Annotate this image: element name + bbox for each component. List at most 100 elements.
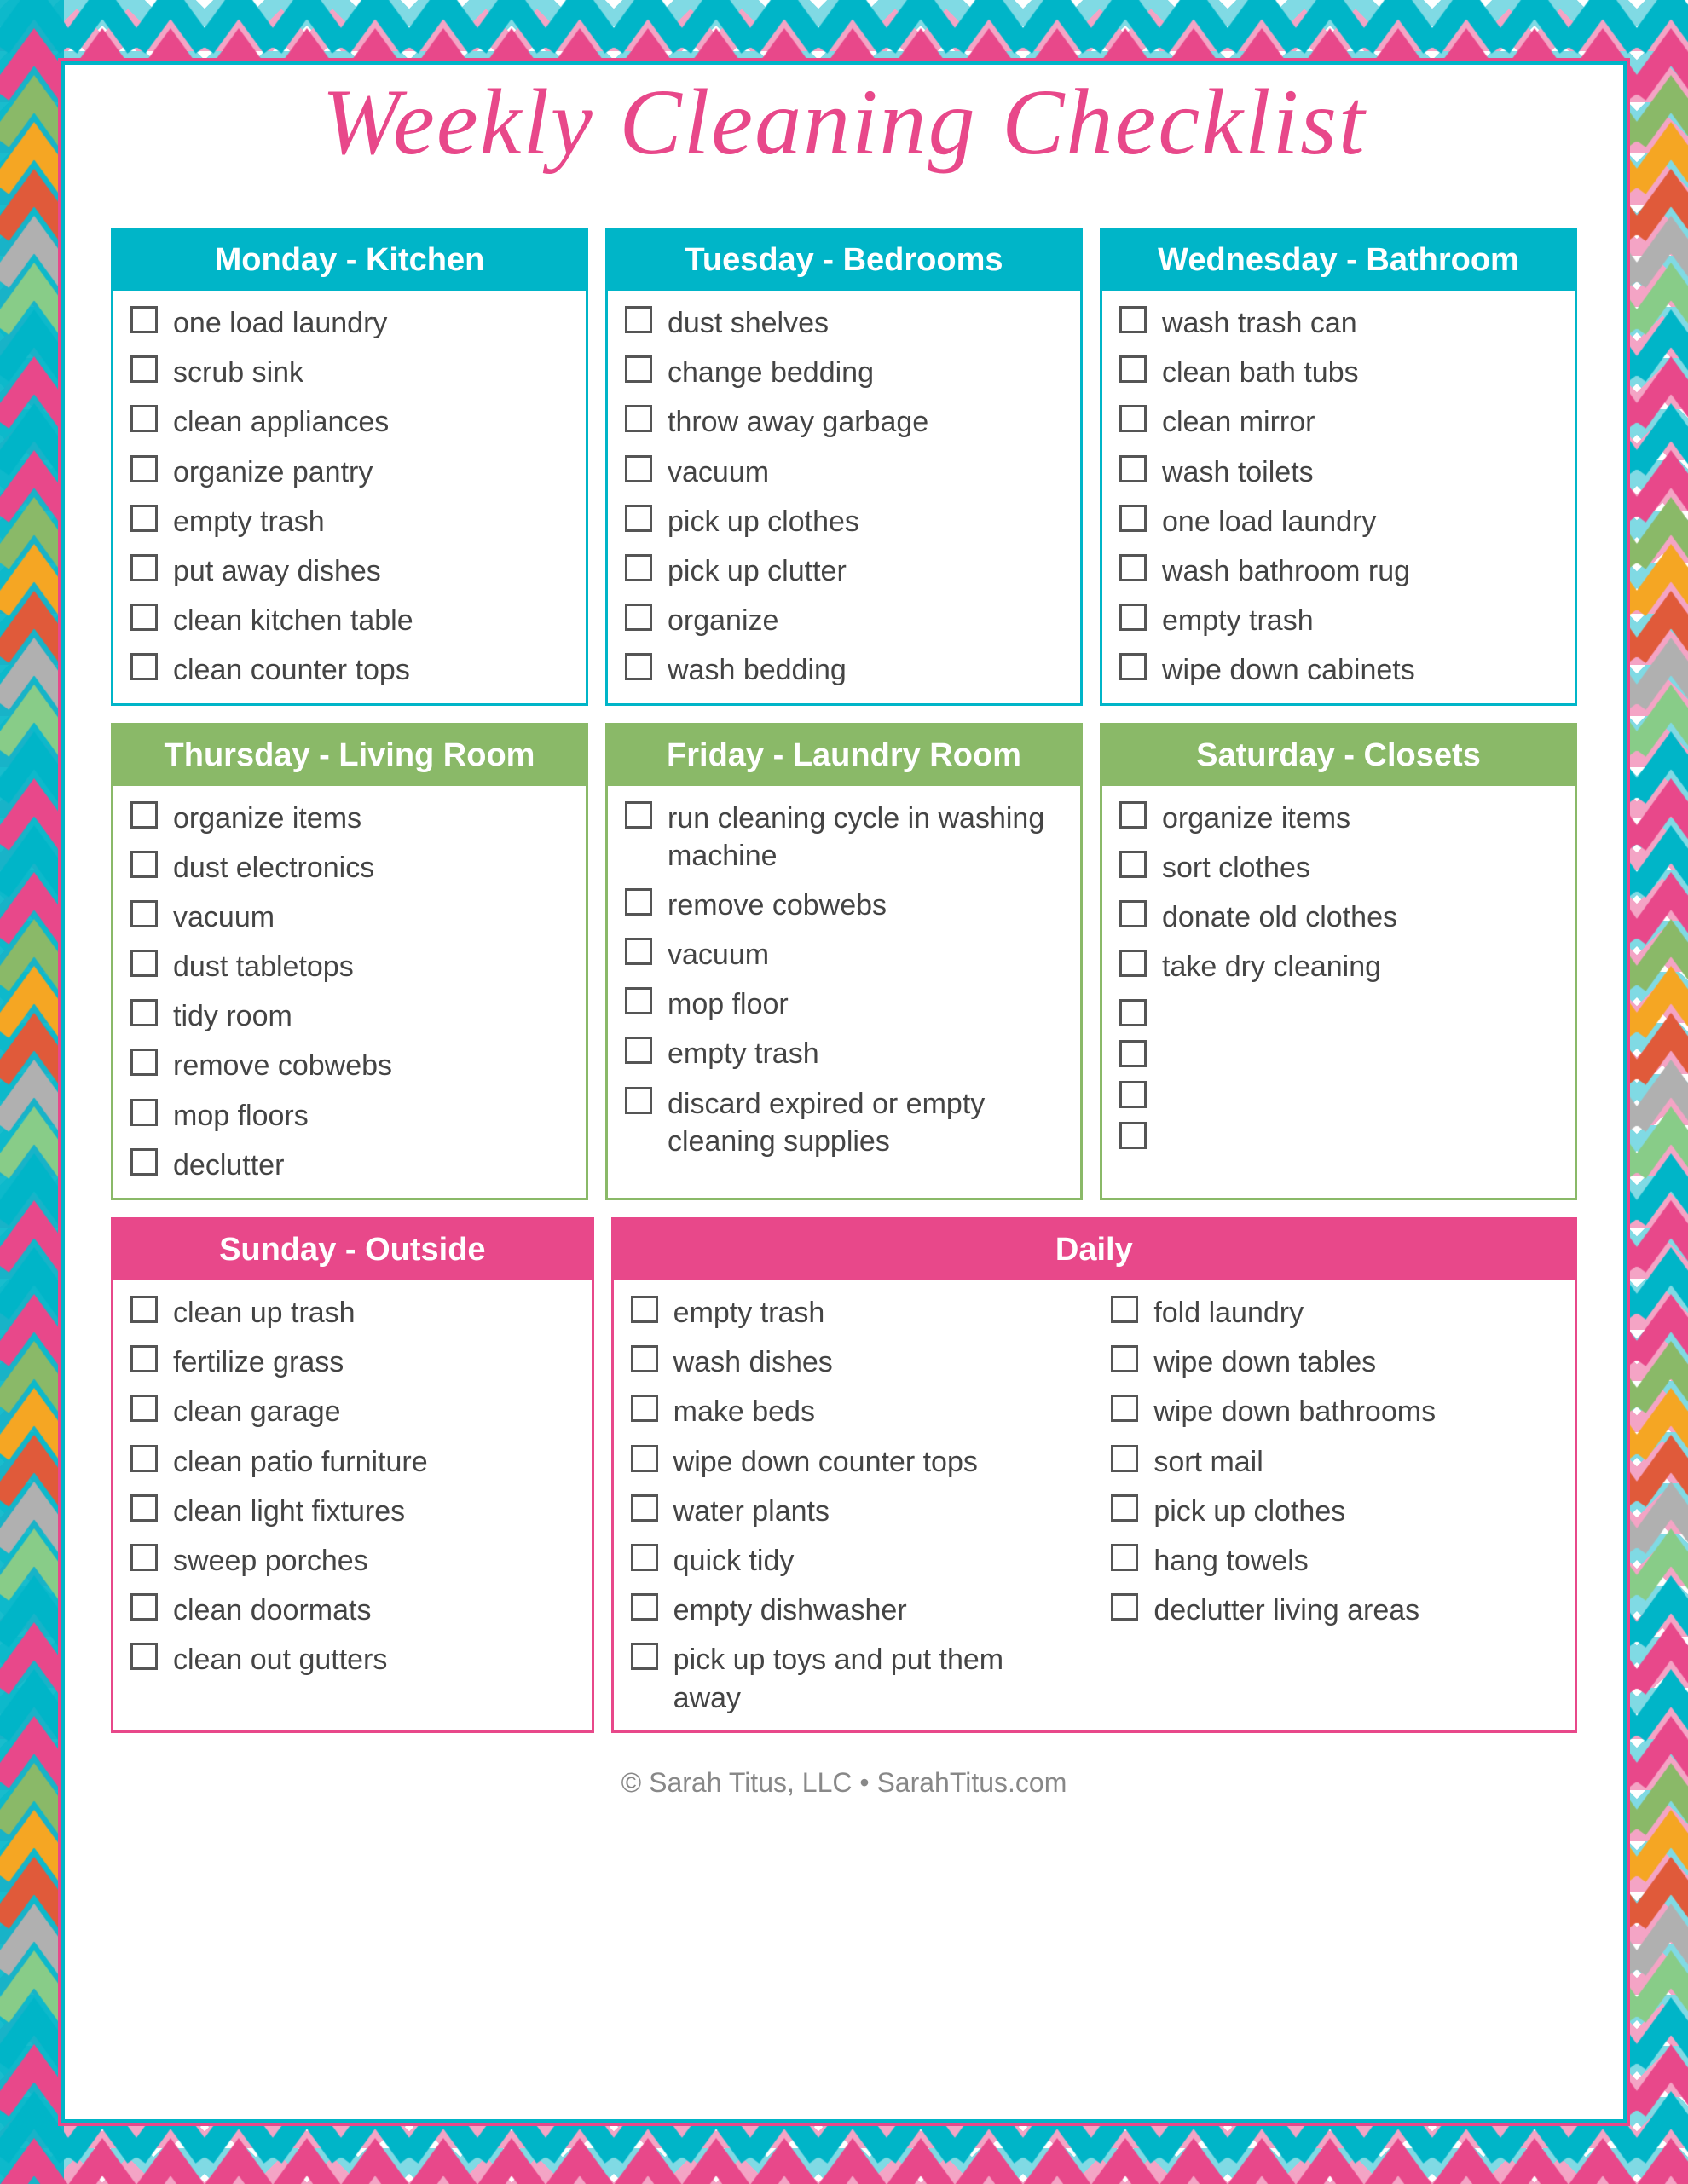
checkbox[interactable]: [130, 950, 158, 977]
list-item[interactable]: empty trash: [631, 1294, 1078, 1332]
list-item[interactable]: wipe down tables: [1111, 1343, 1558, 1381]
list-item[interactable]: clean doormats: [130, 1592, 575, 1629]
list-item[interactable]: quick tidy: [631, 1542, 1078, 1580]
list-item[interactable]: one load laundry: [130, 304, 569, 342]
list-item[interactable]: wipe down cabinets: [1119, 651, 1558, 689]
checkbox[interactable]: [1111, 1593, 1138, 1621]
checkbox[interactable]: [631, 1395, 658, 1422]
list-item[interactable]: fold laundry: [1111, 1294, 1558, 1332]
list-item[interactable]: organize items: [1119, 800, 1558, 837]
list-item[interactable]: pick up toys and put them away: [631, 1641, 1078, 1716]
list-item[interactable]: mop floors: [130, 1097, 569, 1135]
list-item[interactable]: organize pantry: [130, 454, 569, 491]
checkbox[interactable]: [1119, 851, 1147, 878]
checkbox[interactable]: [130, 505, 158, 532]
list-item[interactable]: clean patio furniture: [130, 1443, 575, 1481]
checkbox[interactable]: [130, 1345, 158, 1372]
checkbox[interactable]: [625, 653, 652, 680]
list-item[interactable]: discard expired or empty cleaning suppli…: [625, 1085, 1063, 1160]
list-item[interactable]: one load laundry: [1119, 503, 1558, 540]
checkbox[interactable]: [1119, 604, 1147, 631]
list-item[interactable]: run cleaning cycle in washing machine: [625, 800, 1063, 875]
list-item[interactable]: put away dishes: [130, 552, 569, 590]
list-item[interactable]: dust electronics: [130, 849, 569, 887]
checkbox[interactable]: [625, 604, 652, 631]
list-item[interactable]: clean bath tubs: [1119, 354, 1558, 391]
checkbox[interactable]: [625, 455, 652, 482]
list-item[interactable]: clean out gutters: [130, 1641, 575, 1678]
checkbox[interactable]: [1119, 999, 1147, 1026]
checkbox[interactable]: [625, 1037, 652, 1064]
checkbox[interactable]: [1119, 801, 1147, 829]
checkbox[interactable]: [1111, 1445, 1138, 1472]
checkbox[interactable]: [130, 653, 158, 680]
list-item[interactable]: vacuum: [130, 898, 569, 936]
list-item[interactable]: remove cobwebs: [130, 1047, 569, 1084]
list-item[interactable]: clean appliances: [130, 403, 569, 441]
list-item[interactable]: wash trash can: [1119, 304, 1558, 342]
list-item[interactable]: donate old clothes: [1119, 898, 1558, 936]
list-item[interactable]: mop floor: [625, 985, 1063, 1023]
list-item[interactable]: [1119, 1120, 1558, 1149]
list-item[interactable]: remove cobwebs: [625, 887, 1063, 924]
list-item[interactable]: pick up clothes: [1111, 1493, 1558, 1530]
list-item[interactable]: declutter: [130, 1147, 569, 1184]
checkbox[interactable]: [130, 851, 158, 878]
checkbox[interactable]: [1119, 1081, 1147, 1108]
checkbox[interactable]: [130, 355, 158, 383]
list-item[interactable]: empty dishwasher: [631, 1592, 1078, 1629]
checkbox[interactable]: [1119, 950, 1147, 977]
checkbox[interactable]: [1119, 505, 1147, 532]
list-item[interactable]: take dry cleaning: [1119, 948, 1558, 985]
checkbox[interactable]: [130, 1395, 158, 1422]
checkbox[interactable]: [130, 900, 158, 927]
checkbox[interactable]: [130, 1544, 158, 1571]
list-item[interactable]: clean up trash: [130, 1294, 575, 1332]
list-item[interactable]: wipe down counter tops: [631, 1443, 1078, 1481]
checkbox[interactable]: [1119, 900, 1147, 927]
checkbox[interactable]: [631, 1593, 658, 1621]
list-item[interactable]: clean mirror: [1119, 403, 1558, 441]
checkbox[interactable]: [1119, 455, 1147, 482]
list-item[interactable]: scrub sink: [130, 354, 569, 391]
checkbox[interactable]: [130, 554, 158, 581]
list-item[interactable]: wash bathroom rug: [1119, 552, 1558, 590]
checkbox[interactable]: [625, 938, 652, 965]
list-item[interactable]: clean light fixtures: [130, 1493, 575, 1530]
checkbox[interactable]: [1119, 1040, 1147, 1067]
list-item[interactable]: clean garage: [130, 1393, 575, 1430]
list-item[interactable]: declutter living areas: [1111, 1592, 1558, 1629]
checkbox[interactable]: [625, 888, 652, 916]
checkbox[interactable]: [130, 1296, 158, 1323]
checkbox[interactable]: [1119, 653, 1147, 680]
list-item[interactable]: clean counter tops: [130, 651, 569, 689]
checkbox[interactable]: [130, 1099, 158, 1126]
checkbox[interactable]: [130, 1148, 158, 1176]
list-item[interactable]: [1119, 1079, 1558, 1108]
list-item[interactable]: dust tabletops: [130, 948, 569, 985]
checkbox[interactable]: [631, 1445, 658, 1472]
list-item[interactable]: tidy room: [130, 997, 569, 1035]
checkbox[interactable]: [625, 355, 652, 383]
checkbox[interactable]: [1119, 1122, 1147, 1149]
list-item[interactable]: organize: [625, 602, 1063, 639]
list-item[interactable]: wash bedding: [625, 651, 1063, 689]
checkbox[interactable]: [631, 1494, 658, 1522]
list-item[interactable]: pick up clothes: [625, 503, 1063, 540]
checkbox[interactable]: [130, 1593, 158, 1621]
checkbox[interactable]: [631, 1296, 658, 1323]
list-item[interactable]: organize items: [130, 800, 569, 837]
checkbox[interactable]: [625, 505, 652, 532]
checkbox[interactable]: [631, 1544, 658, 1571]
list-item[interactable]: sweep porches: [130, 1542, 575, 1580]
checkbox[interactable]: [625, 306, 652, 333]
list-item[interactable]: clean kitchen table: [130, 602, 569, 639]
list-item[interactable]: make beds: [631, 1393, 1078, 1430]
list-item[interactable]: empty trash: [1119, 602, 1558, 639]
list-item[interactable]: sort clothes: [1119, 849, 1558, 887]
list-item[interactable]: wash toilets: [1119, 454, 1558, 491]
list-item[interactable]: fertilize grass: [130, 1343, 575, 1381]
list-item[interactable]: water plants: [631, 1493, 1078, 1530]
checkbox[interactable]: [1119, 554, 1147, 581]
checkbox[interactable]: [130, 1445, 158, 1472]
